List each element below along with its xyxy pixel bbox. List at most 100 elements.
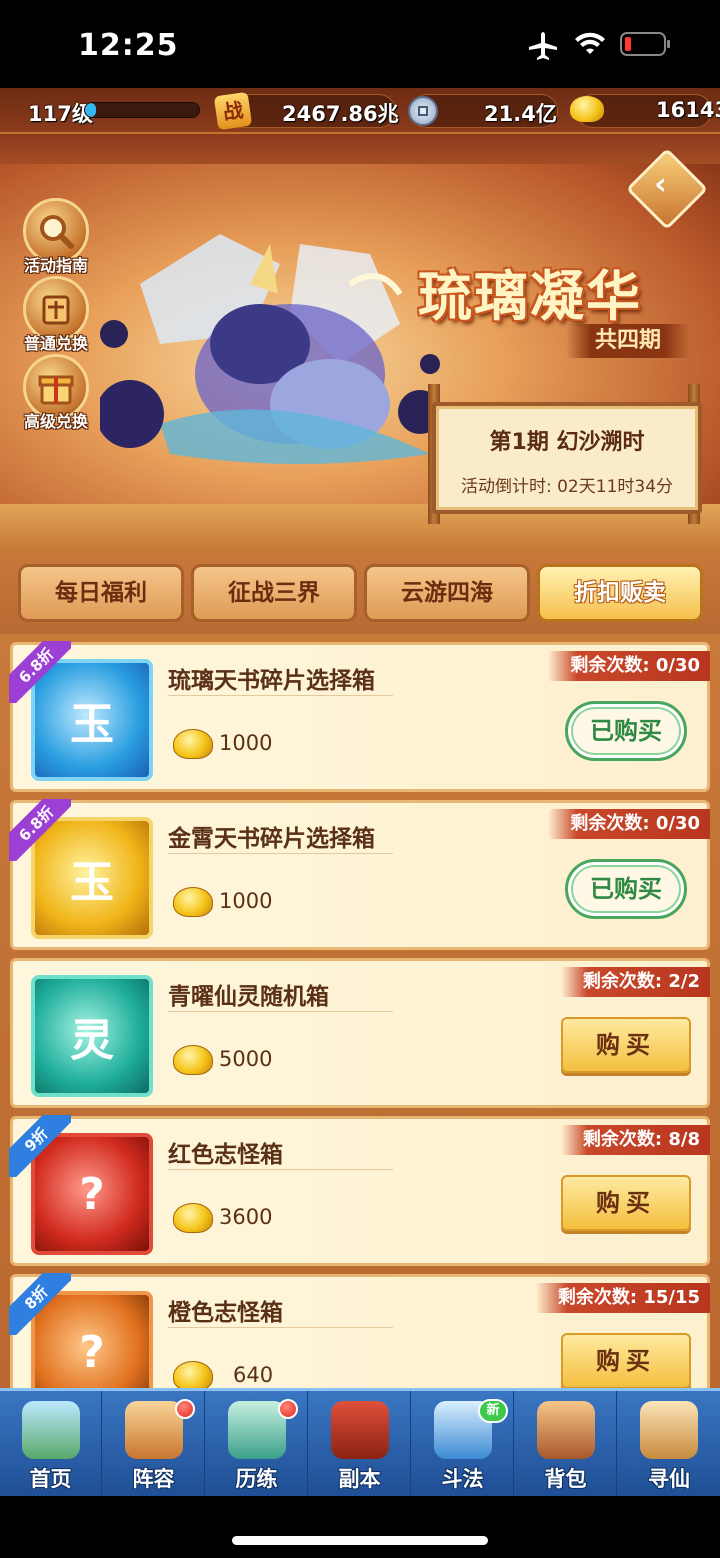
- item-icon-glyph: ?: [79, 1168, 105, 1220]
- tab-bar: 每日福利 征战三界 云游四海 折扣贩卖: [0, 552, 720, 634]
- gold-ingot-icon: [173, 887, 213, 917]
- chevron-left-icon: ‹: [654, 167, 667, 203]
- scroll-icon: [640, 1401, 698, 1459]
- item-price: 1000: [219, 889, 273, 913]
- backpack-icon: [537, 1401, 595, 1459]
- gold-ingot-icon: [173, 1203, 213, 1233]
- advanced-exchange-button[interactable]: 高级兑换: [20, 354, 92, 432]
- nav-bag[interactable]: 背包: [515, 1391, 617, 1496]
- discount-badge: 6.8折: [9, 799, 71, 861]
- nav-label: 历练: [235, 1467, 278, 1491]
- event-title: 琉璃凝华: [418, 264, 642, 328]
- event-subtitle: 共四期: [566, 324, 690, 358]
- banner-roof: [0, 134, 720, 164]
- remaining-count: 剩余次数: 0/30: [548, 809, 710, 839]
- status-time: 12:25: [78, 28, 179, 63]
- buy-button[interactable]: 购买: [561, 1175, 691, 1231]
- nav-dungeon[interactable]: 副本: [309, 1391, 411, 1496]
- tab-daily-welfare[interactable]: 每日福利: [18, 564, 184, 622]
- tab-wander[interactable]: 云游四海: [364, 564, 530, 622]
- gold-value: 16143: [656, 98, 720, 122]
- divider: [168, 1011, 393, 1012]
- discount-badge: 6.8折: [9, 641, 71, 703]
- item-icon-glyph: ?: [79, 1326, 105, 1378]
- tab-conquest[interactable]: 征战三界: [191, 564, 357, 622]
- buy-button[interactable]: 购买: [561, 1017, 691, 1073]
- tab-discount-sale[interactable]: 折扣贩卖: [537, 564, 703, 622]
- battle-power-icon: 战: [213, 91, 253, 131]
- status-bar: 12:25: [0, 0, 720, 88]
- battery-icon: [620, 32, 670, 56]
- shop-item-list[interactable]: 玉 6.8折 琉璃天书碎片选择箱 1000 剩余次数: 0/30 已购买 玉 6…: [0, 634, 720, 1388]
- bottom-navigation: 首页 阵容 历练 副本 新 斗法 背包 寻仙: [0, 1388, 720, 1496]
- home-indicator-area: [0, 1496, 720, 1558]
- item-name: 橙色志怪箱: [168, 1300, 283, 1326]
- discount-badge: 9折: [9, 1115, 71, 1177]
- silver-coin-icon: [408, 96, 438, 126]
- gold-ingot-icon: [173, 1361, 213, 1388]
- nav-seek-immortal[interactable]: 寻仙: [618, 1391, 720, 1496]
- nav-label: 首页: [29, 1467, 72, 1491]
- item-price: 1000: [219, 731, 273, 755]
- home-indicator[interactable]: [232, 1536, 488, 1545]
- activity-guide-button[interactable]: 活动指南: [20, 198, 92, 276]
- level-progress-fill: [85, 103, 97, 117]
- bought-button: 已购买: [565, 701, 687, 761]
- bought-button: 已购买: [565, 859, 687, 919]
- nav-label: 寻仙: [648, 1467, 690, 1491]
- player-level: 117级: [28, 102, 93, 126]
- period-title: 第1期 幻沙溯时: [489, 430, 645, 455]
- normal-exchange-button[interactable]: 普通兑换: [20, 276, 92, 354]
- discount-label: 6.8折: [9, 799, 71, 861]
- nav-training[interactable]: 历练: [206, 1391, 308, 1496]
- nav-label: 副本: [338, 1467, 381, 1491]
- silver-value: 21.4亿: [484, 102, 557, 126]
- advanced-exchange-label: 高级兑换: [23, 412, 88, 431]
- remaining-count: 剩余次数: 15/15: [535, 1283, 710, 1313]
- gold-ingot-icon: [173, 729, 213, 759]
- item-icon-glyph: 玉: [70, 857, 114, 908]
- battle-power-value: 2467.86兆: [282, 102, 399, 126]
- item-icon-glyph: 玉: [70, 699, 114, 750]
- remaining-count: 剩余次数: 8/8: [560, 1125, 710, 1155]
- event-banner: ‹ 活动指南 普通兑换 高级兑换 琉璃凝华 共四期 第1期 幻沙溯时 活动倒计时…: [0, 134, 720, 552]
- gold-ingot-icon: [173, 1045, 213, 1075]
- remaining-count: 剩余次数: 2/2: [560, 967, 710, 997]
- divider: [168, 1169, 393, 1170]
- divider: [168, 1327, 393, 1328]
- nav-label: 背包: [544, 1467, 587, 1491]
- shop-item: ? 8折 橙色志怪箱 640 剩余次数: 15/15 购买: [9, 1273, 710, 1388]
- item-name: 金霄天书碎片选择箱: [168, 826, 375, 852]
- shop-item: ? 9折 红色志怪箱 3600 剩余次数: 8/8 购买: [9, 1115, 710, 1266]
- discount-badge: 8折: [9, 1273, 71, 1335]
- shop-item: 玉 6.8折 琉璃天书碎片选择箱 1000 剩余次数: 0/30 已购买: [9, 641, 710, 792]
- normal-exchange-label: 普通兑换: [23, 334, 88, 353]
- nav-label: 阵容: [132, 1467, 175, 1491]
- remaining-count: 剩余次数: 0/30: [548, 651, 710, 681]
- nav-home[interactable]: 首页: [0, 1391, 102, 1496]
- item-name: 青曜仙灵随机箱: [168, 984, 329, 1010]
- event-countdown: 活动倒计时: 02天11时34分: [460, 477, 674, 497]
- period-board: 第1期 幻沙溯时 活动倒计时: 02天11时34分: [432, 402, 702, 514]
- discount-label: 8折: [9, 1273, 71, 1335]
- item-price: 5000: [219, 1047, 273, 1071]
- notification-dot: [278, 1399, 298, 1419]
- nav-lineup[interactable]: 阵容: [103, 1391, 205, 1496]
- item-price: 3600: [219, 1205, 273, 1229]
- notification-dot: [175, 1399, 195, 1419]
- shop-item: 灵 青曜仙灵随机箱 5000 剩余次数: 2/2 购买: [10, 958, 710, 1108]
- airplane-mode-icon: [529, 32, 557, 60]
- event-artwork: [100, 234, 442, 464]
- new-badge: 新: [478, 1399, 508, 1423]
- home-island-icon: [22, 1401, 80, 1459]
- resource-bar: 117级 战 2467.86兆 21.4亿 16143: [0, 88, 720, 134]
- item-name: 琉璃天书碎片选择箱: [168, 668, 375, 694]
- item-name: 红色志怪箱: [168, 1142, 283, 1168]
- level-progress-bar: [84, 102, 200, 118]
- buy-button[interactable]: 购买: [561, 1333, 691, 1388]
- nav-label: 斗法: [441, 1467, 484, 1491]
- nav-duel[interactable]: 新 斗法: [412, 1391, 514, 1496]
- item-price: 640: [233, 1363, 274, 1387]
- item-icon-glyph: 灵: [70, 1015, 114, 1066]
- item-icon-qingyao-box: 灵: [31, 975, 153, 1097]
